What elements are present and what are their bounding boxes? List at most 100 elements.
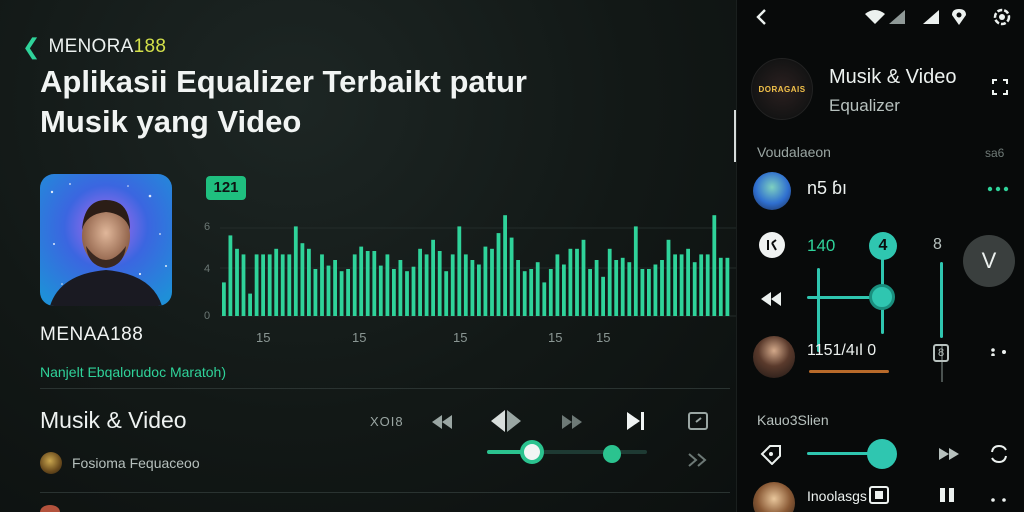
eq-bar [274,248,279,316]
pause-icon[interactable] [937,486,957,504]
band-value-a: 140 [807,236,836,255]
back-chevron-icon[interactable] [751,6,771,28]
eq-bar [470,260,475,316]
eq-bar [660,260,664,316]
eq-bar [568,248,573,316]
settings-icon[interactable] [991,6,1013,28]
expand-icon[interactable] [989,76,1011,98]
eq-bar [254,254,259,316]
y-tick: 4 [204,263,210,275]
eq-bar [392,269,396,316]
skip-next-icon[interactable] [624,408,648,434]
eq-value-badge: 121 [206,176,246,200]
fast-forward-icon[interactable] [937,446,961,462]
eq-bar [679,254,684,316]
eq-bar [418,248,422,316]
eq-bar [235,248,239,316]
eq-bar [398,260,403,316]
screen-icon[interactable] [869,486,889,504]
app-logo: DORAGAIS [751,58,813,120]
band-value-c: 8 [933,236,942,253]
more-options-icon[interactable] [989,346,1009,358]
eq-bar [248,293,252,316]
eq-bar [261,254,265,316]
eq-bar [666,239,671,316]
eq-bar [287,254,292,316]
eq-bar [673,254,677,316]
x-tick: 15 [256,330,270,345]
artist-name: MENAA188 [40,324,144,345]
eq-bar [588,269,592,316]
previous-track-icon[interactable] [490,406,522,436]
equalizer-toggle-icon[interactable] [759,232,785,258]
x-tick: 15 [548,330,562,345]
eq-bar [293,226,298,316]
more-options-icon[interactable] [985,182,1011,196]
eq-band-slider[interactable] [817,268,820,352]
page-title-line1: Aplikasii Equalizer Terbaikt patur [40,64,527,99]
equalizer-graph[interactable]: 6 4 0 15 15 15 15 15 [200,176,736,356]
eq-bar [516,260,520,316]
volume-slider-knob[interactable] [867,439,897,469]
wifi-icon [863,8,887,26]
repeat-icon[interactable] [686,409,710,433]
more-options-icon[interactable] [989,494,1009,506]
eq-bar [431,239,435,316]
rewind-icon[interactable] [430,410,454,434]
track-label: Inoolasgs [807,488,867,504]
eq-bar [620,257,625,316]
eq-bar [241,254,246,316]
now-playing-subtitle: Fosioma Fequaceoo [72,455,200,471]
eq-bar [352,254,357,316]
sync-icon[interactable] [987,442,1011,466]
track-value: n5 ɓı [807,178,848,198]
eq-bar [280,254,285,316]
brand-logo: MENORA188 [48,36,166,58]
eq-bar [477,264,481,316]
back-chevron-icon[interactable]: ❮ [22,36,40,58]
volume-slider-knob[interactable] [602,445,621,463]
eq-bar [326,265,331,316]
tag-icon[interactable] [759,442,783,466]
header-row: ❮ MENORA188 [22,36,166,58]
eq-bar [712,215,717,316]
play-button[interactable]: V [963,235,1015,287]
eq-bar [627,262,632,316]
eq-bar [575,248,579,316]
eq-bar [222,282,226,316]
eq-bar [725,257,730,316]
eq-bar [718,257,723,316]
track-progress-bar [809,370,889,373]
eq-bar [594,260,599,316]
location-icon [949,7,969,27]
y-tick: 6 [204,221,210,233]
eq-bar [457,226,462,316]
page-title-line2: Musik yang Video [40,104,302,139]
eq-bar [365,251,370,316]
eq-bar [267,254,272,316]
eq-bar [372,251,377,316]
album-art[interactable] [40,174,172,306]
track-avatar [40,452,62,474]
track-value: 1151/4ıl 0 [807,342,877,359]
eq-bar [647,269,651,316]
rewind-icon[interactable] [759,288,783,310]
eq-bar [601,276,605,316]
fast-forward-icon[interactable] [560,410,584,434]
eq-bar [529,269,534,316]
balance-slider-knob[interactable] [869,284,895,310]
track-avatar [753,336,795,378]
play-button-label: V [981,248,997,273]
eq-bar [614,260,619,316]
eq-bar [692,262,697,316]
divider [40,492,730,493]
eq-bar [378,265,383,316]
double-chevron-right-icon[interactable] [686,452,708,468]
main-panel: ❮ MENORA188 Aplikasii Equalizer Terbaikt… [0,0,736,512]
seek-slider-knob[interactable] [519,440,544,464]
eq-band-slider[interactable] [940,262,943,338]
eq-bar [483,246,488,316]
brand-suffix: 188 [133,36,167,57]
next-item-avatar [40,505,60,512]
eq-bar [228,235,233,316]
